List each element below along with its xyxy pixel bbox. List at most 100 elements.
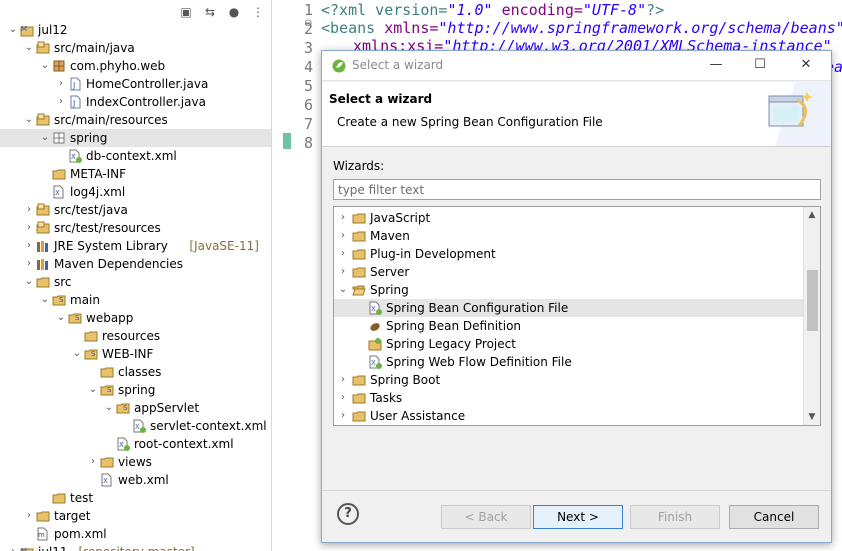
tree-item[interactable]: META-INF <box>0 165 271 183</box>
wizard-item[interactable]: › Maven <box>334 227 803 245</box>
wizard-item[interactable]: › JavaScript <box>334 209 803 227</box>
dialog-title: Select a wizard <box>352 58 444 72</box>
tree-item[interactable]: Xroot-context.xml <box>0 435 271 453</box>
tree-item[interactable]: m pom.xml <box>0 525 271 543</box>
close-icon[interactable]: ✕ <box>797 56 815 74</box>
wizard-item[interactable]: › Plug-in Development <box>334 245 803 263</box>
chevron-right-icon[interactable]: › <box>24 507 34 525</box>
tree-item[interactable]: ⌄ Smain <box>0 291 271 309</box>
chevron-right-icon[interactable]: › <box>8 543 18 551</box>
wizard-item[interactable]: ⌄ Spring <box>334 281 803 299</box>
tree-item-label: test <box>70 491 94 505</box>
tree-item[interactable]: ⌄ com.phyho.web <box>0 57 271 75</box>
chevron-right-icon[interactable]: › <box>338 371 348 389</box>
chevron-down-icon[interactable]: ⌄ <box>8 21 18 39</box>
chevron-right-icon[interactable]: › <box>24 255 34 273</box>
tree-item[interactable]: ⌄ src/main/java <box>0 39 271 57</box>
next-button[interactable]: Next > <box>533 505 623 529</box>
scroll-down-icon[interactable]: ▼ <box>804 409 820 425</box>
minimize-icon[interactable]: — <box>707 56 725 74</box>
chevron-right-icon[interactable]: › <box>56 93 66 111</box>
scroll-up-icon[interactable]: ▲ <box>804 207 820 223</box>
chevron-down-icon[interactable]: ⌄ <box>88 381 98 399</box>
chevron-down-icon[interactable]: ⌄ <box>24 111 34 129</box>
tree-item[interactable]: resources <box>0 327 271 345</box>
chevron-right-icon[interactable]: › <box>338 209 348 227</box>
wizard-item[interactable]: › Server <box>334 263 803 281</box>
chevron-right-icon[interactable]: › <box>24 201 34 219</box>
chevron-right-icon[interactable]: › <box>338 245 348 263</box>
tree-item[interactable]: ⌄ Sspring <box>0 381 271 399</box>
chevron-right-icon[interactable]: › <box>88 453 98 471</box>
wizard-item[interactable]: › Spring Boot <box>334 371 803 389</box>
tree-item[interactable]: classes <box>0 363 271 381</box>
help-icon[interactable]: ? <box>337 503 359 525</box>
wizard-item[interactable]: › Tasks <box>334 389 803 407</box>
tree-item[interactable]: ⌄ S WEB-INF <box>0 345 271 363</box>
chevron-down-icon[interactable]: ⌄ <box>24 39 34 57</box>
tree-item[interactable]: › JRE System Library [JavaSE-11] <box>0 237 271 255</box>
tree-item[interactable]: ⌄ src <box>0 273 271 291</box>
wizard-item[interactable]: Spring Legacy Project <box>334 335 803 353</box>
focus-icon[interactable]: ● <box>227 5 241 19</box>
tree-item[interactable]: › src/test/resources <box>0 219 271 237</box>
wizard-item[interactable]: X Spring Web Flow Definition File <box>334 353 803 371</box>
collapse-all-icon[interactable]: ▣ <box>179 5 193 19</box>
finish-button[interactable]: Finish <box>630 505 720 529</box>
tree-item[interactable]: › J HomeController.java <box>0 75 271 93</box>
back-button[interactable]: < Back <box>441 505 531 529</box>
svg-text:S: S <box>91 350 96 358</box>
tree-item[interactable]: test <box>0 489 271 507</box>
tree-item[interactable]: › Maven Dependencies <box>0 255 271 273</box>
chevron-right-icon[interactable]: › <box>338 407 348 425</box>
tree-item[interactable]: ›Mjul11 [repository master] <box>0 543 271 551</box>
tree-item[interactable]: Xdb-context.xml <box>0 147 271 165</box>
chevron-down-icon[interactable]: ⌄ <box>24 273 34 291</box>
chevron-down-icon[interactable]: ⌄ <box>72 345 82 363</box>
tree-item[interactable]: ⌄ spring <box>0 129 271 147</box>
java-file-icon: J <box>68 95 82 109</box>
tree-item[interactable]: Xservlet-context.xml <box>0 417 271 435</box>
tree-item[interactable]: ⌄ SappServlet <box>0 399 271 417</box>
maximize-icon[interactable]: ☐ <box>751 56 769 74</box>
tree-item[interactable]: › views <box>0 453 271 471</box>
scroll-thumb[interactable] <box>807 270 818 331</box>
chevron-down-icon[interactable]: ⌄ <box>56 309 66 327</box>
view-menu-icon[interactable]: ⋮ <box>251 5 265 19</box>
line-number: 7 <box>303 115 313 133</box>
fold-toggle-icon[interactable]: ⊖ <box>304 18 314 29</box>
folder-icon <box>52 491 66 505</box>
tree-item-label: spring <box>70 131 108 145</box>
chevron-down-icon[interactable]: ⌄ <box>104 399 114 417</box>
folder-icon <box>84 329 98 343</box>
chevron-right-icon[interactable]: › <box>56 75 66 93</box>
cancel-button[interactable]: Cancel <box>729 505 819 529</box>
tree-item-label: src/main/java <box>54 41 135 55</box>
tree-item[interactable]: › target <box>0 507 271 525</box>
tree-item[interactable]: › J IndexController.java <box>0 93 271 111</box>
tree-item[interactable]: ⌄ Swebapp <box>0 309 271 327</box>
link-with-editor-icon[interactable]: ⇆ <box>203 5 217 19</box>
svg-text:S: S <box>123 404 128 412</box>
tree-item[interactable]: › src/test/java <box>0 201 271 219</box>
chevron-right-icon[interactable]: › <box>24 219 34 237</box>
chevron-right-icon[interactable]: › <box>338 227 348 245</box>
tree-item[interactable]: Xlog4j.xml <box>0 183 271 201</box>
tree-item[interactable]: Xweb.xml <box>0 471 271 489</box>
chevron-down-icon[interactable]: ⌄ <box>40 57 50 75</box>
filter-input[interactable] <box>333 179 821 200</box>
library-icon <box>36 239 50 253</box>
chevron-right-icon[interactable]: › <box>338 263 348 281</box>
wizard-tree-scrollbar[interactable]: ▲ ▼ <box>803 207 820 425</box>
tree-item[interactable]: ⌄ src/main/resources <box>0 111 271 129</box>
chevron-down-icon[interactable]: ⌄ <box>40 129 50 147</box>
dialog-titlebar[interactable]: Select a wizard — ☐ ✕ <box>322 51 831 81</box>
wizard-item[interactable]: › User Assistance <box>334 407 803 425</box>
wizard-item[interactable]: X Spring Bean Configuration File <box>334 299 803 317</box>
chevron-down-icon[interactable]: ⌄ <box>40 291 50 309</box>
chevron-down-icon[interactable]: ⌄ <box>338 281 348 299</box>
tree-item[interactable]: ⌄ Mjul12 <box>0 21 271 39</box>
chevron-right-icon[interactable]: › <box>338 389 348 407</box>
chevron-right-icon[interactable]: › <box>24 237 34 255</box>
wizard-item[interactable]: Spring Bean Definition <box>334 317 803 335</box>
